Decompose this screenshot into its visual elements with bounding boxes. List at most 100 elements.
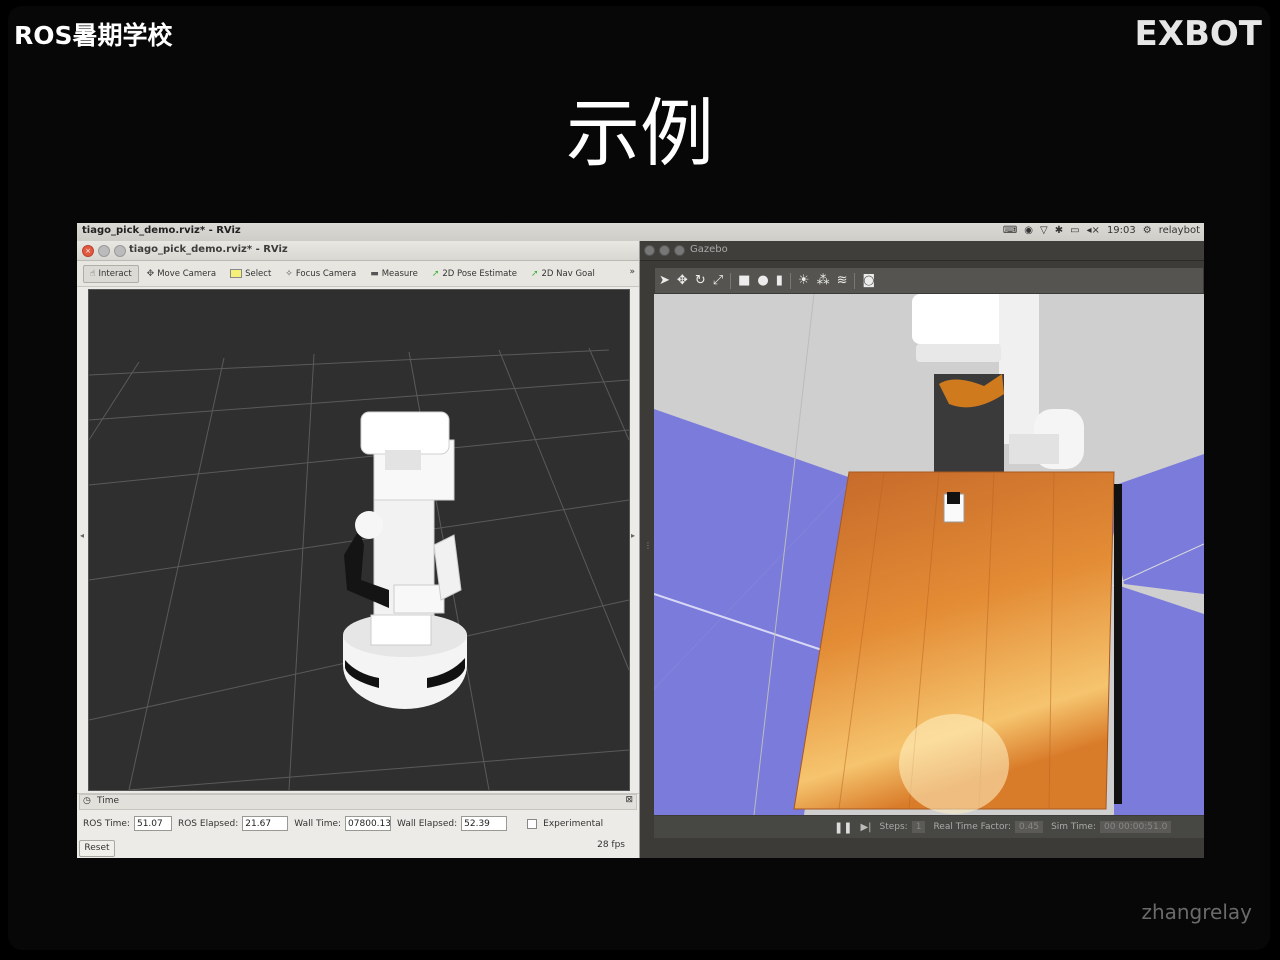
floor-plane <box>1114 584 1204 815</box>
minimize-icon[interactable] <box>659 245 670 256</box>
wall-time-field[interactable]: 07800.13 <box>345 816 392 831</box>
wifi-icon[interactable]: ▽ <box>1040 225 1048 236</box>
tool-label: Focus Camera <box>295 268 357 279</box>
experimental-label: Experimental <box>543 818 604 829</box>
splitter-handle-icon[interactable]: ⋮ <box>644 541 652 550</box>
tool-label: Select <box>245 268 272 279</box>
focus-camera-icon: ✧ <box>285 268 293 279</box>
fps-readout: 28 fps <box>597 840 625 850</box>
sphere-shape-icon[interactable]: ● <box>757 273 768 288</box>
point-light-icon[interactable]: ☀ <box>798 273 810 288</box>
spot-light-icon[interactable]: ⁂ <box>817 273 830 288</box>
rviz-window: × tiago_pick_demo.rviz* - RViz ☝ Interac… <box>77 241 640 858</box>
rtf-label: Real Time Factor: <box>933 822 1012 832</box>
reset-button[interactable]: Reset <box>79 840 115 857</box>
tool-select[interactable]: Select <box>224 266 277 282</box>
tool-label: Interact <box>98 268 132 279</box>
rviz-toolbar: ☝ Interact ✥ Move Camera Select ✧ Focus … <box>77 261 639 287</box>
measure-icon: ▬ <box>370 268 379 279</box>
wall-elapsed-label: Wall Elapsed: <box>397 818 458 829</box>
minimize-icon[interactable] <box>98 245 110 257</box>
steps-value[interactable]: 1 <box>911 821 926 833</box>
bluetooth-icon[interactable]: ✱ <box>1055 225 1063 236</box>
pause-icon[interactable]: ❚❚ <box>834 821 852 834</box>
select-icon <box>230 269 243 278</box>
rotate-icon[interactable]: ↻ <box>695 273 706 288</box>
close-icon[interactable]: × <box>82 245 94 257</box>
brand-right: EXBOT <box>1134 14 1262 54</box>
ubuntu-one-icon[interactable]: ◉ <box>1024 225 1033 236</box>
time-panel: ◷ Time ⊠ ROS Time: 51.07 ROS Elapsed: 21… <box>77 793 639 858</box>
system-tray: ⌨ ◉ ▽ ✱ ▭ ◂× 19:03 ⚙ relaybot <box>1003 225 1200 236</box>
gazebo-window: Gazebo ⋮ ➤ ✥ ↻ ⤢ ■ ● ▮ ☀ ⁂ ≋ ◙ ❚❚ ▶| Ste… <box>640 241 1204 858</box>
translate-icon[interactable]: ✥ <box>677 273 688 288</box>
user-name[interactable]: relaybot <box>1159 225 1200 236</box>
maximize-icon[interactable] <box>674 245 685 256</box>
ros-elapsed-label: ROS Elapsed: <box>177 818 239 829</box>
tool-measure[interactable]: ▬ Measure <box>364 266 424 282</box>
desktop-top-bar: tiago_pick_demo.rviz* - RViz ⌨ ◉ ▽ ✱ ▭ ◂… <box>77 223 1204 242</box>
sim-time-value: 00 00:00:51.0 <box>1099 821 1172 833</box>
gazebo-3d-scene[interactable] <box>654 294 1204 815</box>
time-fields: ROS Time: 51.07 ROS Elapsed: 21.67 Wall … <box>83 816 603 831</box>
slide: ROS暑期学校 EXBOT 示例 tiago_pick_demo.rviz* -… <box>0 0 1280 960</box>
steps-label: Steps: <box>879 822 908 832</box>
tool-label: Move Camera <box>157 268 217 279</box>
rviz-3d-viewport[interactable] <box>88 289 630 791</box>
close-icon[interactable] <box>644 245 655 256</box>
clock[interactable]: 19:03 <box>1107 225 1136 236</box>
rviz-titlebar[interactable]: × tiago_pick_demo.rviz* - RViz <box>77 241 639 261</box>
clock-icon: ◷ <box>83 796 91 806</box>
left-dock-arrow-icon[interactable]: ◂ <box>80 531 84 540</box>
volume-icon[interactable]: ◂× <box>1087 225 1100 236</box>
gear-icon[interactable]: ⚙ <box>1143 225 1152 236</box>
select-arrow-icon[interactable]: ➤ <box>659 273 670 288</box>
tool-2d-nav-goal[interactable]: ➚ 2D Nav Goal <box>525 266 601 282</box>
toolbar-overflow-button[interactable]: » <box>629 267 635 277</box>
wall-time-label: Wall Time: <box>294 818 342 829</box>
watermark: zhangrelay <box>1141 900 1252 924</box>
step-icon[interactable]: ▶| <box>860 822 871 833</box>
gazebo-toolbar: ➤ ✥ ↻ ⤢ ■ ● ▮ ☀ ⁂ ≋ ◙ <box>654 267 1204 294</box>
gazebo-status-bar: ❚❚ ▶| Steps: 1 Real Time Factor: 0.45 Si… <box>654 816 1204 838</box>
maximize-icon[interactable] <box>114 245 126 257</box>
ros-time-field[interactable]: 51.07 <box>133 816 172 831</box>
ros-elapsed-field[interactable]: 21.67 <box>242 816 289 831</box>
tool-label: 2D Pose Estimate <box>442 268 517 279</box>
experimental-checkbox[interactable] <box>527 818 538 829</box>
battery-icon[interactable]: ▭ <box>1070 225 1079 236</box>
scale-icon[interactable]: ⤢ <box>713 273 723 288</box>
tool-label: Measure <box>381 268 418 279</box>
tool-move-camera[interactable]: ✥ Move Camera <box>141 266 222 282</box>
move-camera-icon: ✥ <box>146 268 155 279</box>
brand-left: ROS暑期学校 <box>14 21 173 50</box>
gazebo-titlebar[interactable]: Gazebo <box>640 241 1204 261</box>
toolbar-separator <box>789 272 791 289</box>
hand-icon: ☝ <box>90 268 96 279</box>
tool-2d-pose-estimate[interactable]: ➚ 2D Pose Estimate <box>426 266 523 282</box>
sim-time-label: Sim Time: <box>1051 822 1096 832</box>
wall-elapsed-field[interactable]: 52.39 <box>461 816 508 831</box>
toolbar-separator <box>730 272 732 289</box>
tool-label: 2D Nav Goal <box>541 268 595 279</box>
gazebo-window-title: Gazebo <box>690 244 728 255</box>
pose-arrow-icon: ➚ <box>431 268 440 279</box>
directional-light-icon[interactable]: ≋ <box>837 273 848 288</box>
cylinder-shape-icon[interactable]: ▮ <box>776 273 783 288</box>
time-panel-header: ◷ Time ⊠ <box>79 794 637 810</box>
tool-focus-camera[interactable]: ✧ Focus Camera <box>279 266 362 282</box>
tool-interact[interactable]: ☝ Interact <box>83 264 139 283</box>
box-shape-icon[interactable]: ■ <box>738 273 750 288</box>
slide-title: 示例 <box>566 91 714 177</box>
keyboard-icon[interactable]: ⌨ <box>1003 225 1017 236</box>
rviz-scene <box>89 290 629 790</box>
close-panel-icon[interactable]: ⊠ <box>625 795 633 805</box>
gazebo-render <box>654 294 1204 815</box>
active-app-title: tiago_pick_demo.rviz* - RViz <box>82 225 241 236</box>
rtf-value: 0.45 <box>1015 821 1044 833</box>
camera-icon[interactable]: ◙ <box>862 273 875 288</box>
nav-arrow-icon: ➚ <box>530 268 539 279</box>
desktop-screenshot: tiago_pick_demo.rviz* - RViz ⌨ ◉ ▽ ✱ ▭ ◂… <box>77 223 1204 858</box>
right-dock-arrow-icon[interactable]: ▸ <box>631 531 635 540</box>
toolbar-separator <box>854 272 856 289</box>
